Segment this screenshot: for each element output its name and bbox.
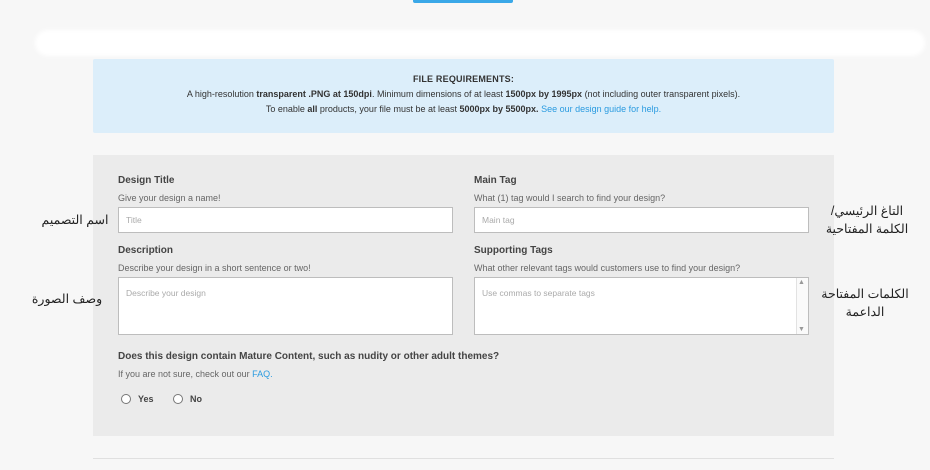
- faq-link[interactable]: FAQ.: [252, 369, 273, 379]
- design-title-label: Design Title: [118, 175, 175, 186]
- blurred-banner: [35, 30, 925, 56]
- supporting-tags-label: Supporting Tags: [474, 245, 553, 256]
- radio-circle-icon[interactable]: [121, 394, 131, 404]
- top-button-edge[interactable]: [413, 0, 513, 3]
- supporting-tags-hint: What other relevant tags would customers…: [474, 263, 741, 273]
- divider: [93, 458, 834, 459]
- main-tag-label: Main Tag: [474, 175, 517, 186]
- triangle-up-icon[interactable]: ▲: [798, 279, 805, 286]
- radio-circle-icon[interactable]: [173, 394, 183, 404]
- supporting-tags-placeholder: Use commas to separate tags: [482, 288, 595, 298]
- main-tag-hint: What (1) tag would I search to find your…: [474, 193, 666, 203]
- main-tag-input[interactable]: Main tag: [474, 207, 809, 233]
- design-guide-link[interactable]: See our design guide for help.: [541, 104, 661, 114]
- design-title-hint: Give your design a name!: [118, 193, 221, 203]
- annotation-design-title: اسم التصميم: [41, 213, 109, 227]
- design-form: Design Title Give your design a name! Ti…: [93, 155, 834, 436]
- annotation-main-tag: التاغ الرئيسي/ الكلمة المفتاحية: [825, 204, 909, 236]
- supporting-tags-textarea[interactable]: Use commas to separate tags ▲ ▼: [474, 277, 809, 335]
- requirements-title: FILE REQUIREMENTS:: [412, 74, 515, 84]
- requirements-line-2: To enable all products, your file must b…: [265, 104, 662, 114]
- textarea-scrollbar[interactable]: ▲ ▼: [796, 278, 808, 334]
- design-title-input[interactable]: Title: [118, 207, 453, 233]
- annotation-description: وصف الصورة: [31, 292, 103, 306]
- triangle-down-icon[interactable]: ▼: [798, 326, 805, 333]
- requirements-line-1: A high-resolution transparent .PNG at 15…: [186, 89, 741, 99]
- mature-no-radio[interactable]: No: [173, 394, 202, 404]
- description-hint: Describe your design in a short sentence…: [118, 263, 311, 273]
- description-textarea[interactable]: Describe your design: [118, 277, 453, 335]
- file-requirements-box: FILE REQUIREMENTS: A high-resolution tra…: [93, 59, 834, 133]
- mature-yes-radio[interactable]: Yes: [121, 394, 154, 404]
- mature-content-question: Does this design contain Mature Content,…: [118, 351, 500, 362]
- mature-content-hint: If you are not sure, check out our FAQ.: [118, 369, 273, 379]
- annotation-supporting-tags: الكلمات المفتاحة الداعمة: [821, 287, 909, 319]
- description-label: Description: [118, 245, 174, 256]
